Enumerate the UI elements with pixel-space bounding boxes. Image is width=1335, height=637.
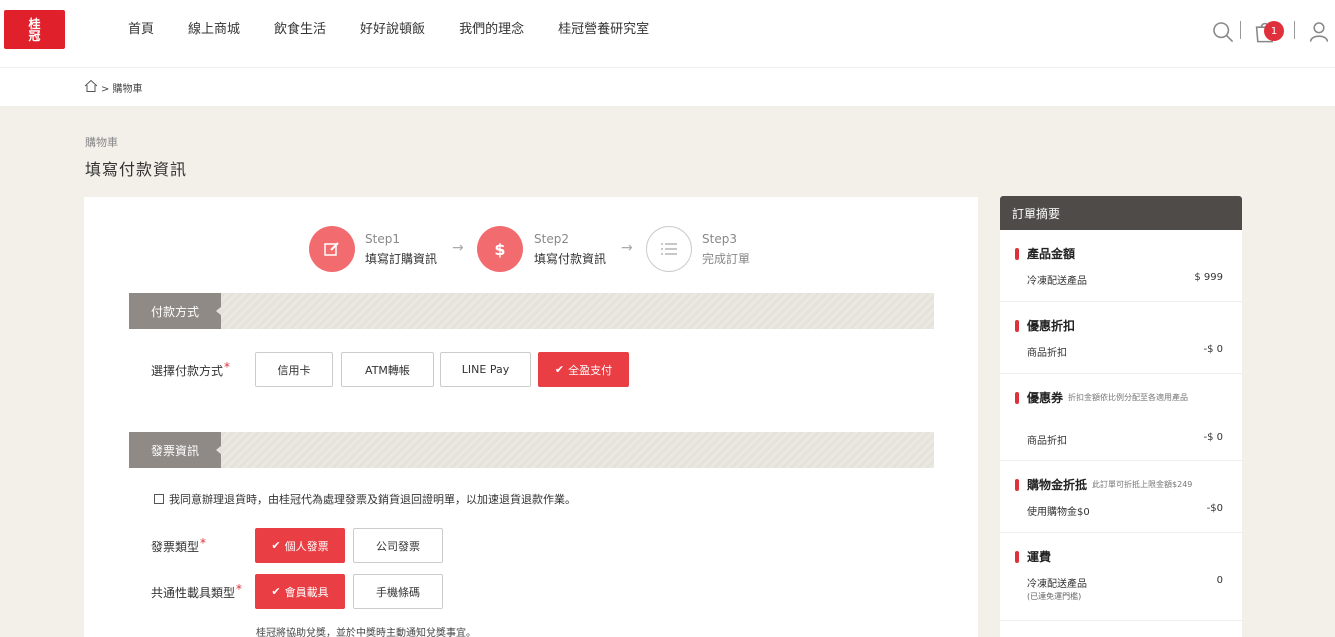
summary-section-title: 優惠折扣 — [1027, 319, 1076, 333]
arrow-right-icon: → — [621, 240, 633, 256]
summary-points: 購物金折抵 此訂單可折抵上限金額$249 使用購物金$0 -$0 — [1000, 461, 1242, 533]
cart-count-badge[interactable]: 1 — [1264, 21, 1284, 41]
carrier-type-label: 共通性載具類型* — [151, 582, 243, 601]
dollar-icon: $ — [477, 226, 523, 272]
invoice-section-title: 發票資訊 — [129, 432, 222, 468]
summary-section-title: 產品金額 — [1027, 247, 1076, 261]
carrier-member-button[interactable]: ✔ 會員載具 — [255, 574, 345, 609]
user-icon[interactable] — [1307, 20, 1331, 44]
invoice-note: 桂冠將協助兌獎，並於中獎時主動通知兌獎事宜。 — [256, 628, 476, 637]
payment-atm-button[interactable]: ATM轉帳 — [341, 352, 434, 387]
header-divider — [1240, 21, 1241, 39]
invoice-type-label-text: 發票類型 — [151, 540, 200, 554]
required-mark: * — [224, 360, 231, 374]
required-mark: * — [236, 582, 243, 596]
nav-nutrition-lab[interactable]: 桂冠營養研究室 — [558, 21, 649, 39]
invoice-section-header: 發票資訊 — [129, 432, 934, 468]
summary-row-label: 商品折扣 — [1027, 436, 1067, 447]
checkmark-icon: ✔ — [554, 363, 565, 376]
accent-bar — [1015, 247, 1019, 260]
carrier-type-label-text: 共通性載具類型 — [151, 586, 236, 600]
brand-logo[interactable]: 桂冠 — [4, 10, 65, 49]
accent-bar — [1015, 319, 1019, 332]
checkmark-icon: ✔ — [271, 585, 281, 598]
summary-row-value: -$ 0 — [1203, 344, 1223, 355]
order-summary-panel: 訂單摘要 產品金額 冷凍配送產品 $ 999 優惠折扣 商品折扣 -$ 0 優惠券折… — [1000, 196, 1242, 637]
summary-section-title: 優惠券 — [1027, 391, 1064, 405]
payment-section-header: 付款方式 — [129, 293, 934, 329]
breadcrumb-text[interactable]: > 購物車 — [101, 80, 143, 95]
payment-line-pay-button[interactable]: LINE Pay — [440, 352, 531, 387]
nav-shop[interactable]: 線上商城 — [188, 21, 240, 39]
nav-food-life[interactable]: 飲食生活 — [274, 21, 326, 39]
arrow-right-icon: → — [452, 240, 464, 256]
summary-row-label: 冷凍配送產品 — [1027, 579, 1087, 590]
nav-philosophy[interactable]: 我們的理念 — [459, 21, 524, 39]
page-title: 填寫付款資訊 — [85, 160, 188, 179]
payment-quanying-button[interactable]: ✔ 全盈支付 — [538, 352, 629, 387]
invoice-company-button[interactable]: 公司發票 — [353, 528, 443, 563]
nav-meal-talk[interactable]: 好好說頓飯 — [360, 21, 425, 39]
home-icon[interactable] — [84, 79, 98, 93]
edit-icon — [309, 226, 355, 272]
breadcrumb: > 購物車 — [0, 68, 1335, 106]
summary-section-title: 購物金折抵 — [1027, 478, 1088, 492]
list-icon — [646, 226, 692, 272]
step-2-label: Step2 — [534, 232, 569, 246]
accent-bar — [1015, 391, 1019, 404]
nav-home[interactable]: 首頁 — [128, 21, 154, 39]
invoice-personal-button[interactable]: ✔ 個人發票 — [255, 528, 345, 563]
logo-char-2: 冠 — [28, 28, 41, 43]
payment-section-title: 付款方式 — [129, 293, 222, 329]
invoice-personal-label: 個人發票 — [284, 539, 329, 553]
payment-quanying-label: 全盈支付 — [568, 363, 613, 377]
carrier-member-label: 會員載具 — [284, 585, 329, 599]
summary-row-label: 使用購物金$0 — [1027, 507, 1090, 518]
step-1-label: Step1 — [365, 232, 400, 246]
summary-row-label: 商品折扣 — [1027, 348, 1067, 359]
agreement-text: 我同意辦理退貨時，由桂冠代為處理發票及銷貨退回證明單，以加速退貨退款作業。 — [169, 493, 576, 506]
summary-row-value: $ 999 — [1194, 272, 1223, 283]
carrier-mobile-barcode-button[interactable]: 手機條碼 — [353, 574, 443, 609]
summary-row-value: -$ 0 — [1203, 432, 1223, 443]
payment-credit-card-button[interactable]: 信用卡 — [255, 352, 333, 387]
order-summary-title: 訂單摘要 — [1000, 196, 1242, 230]
summary-row-value: -$0 — [1206, 503, 1223, 514]
agreement-checkbox[interactable] — [154, 494, 164, 504]
header-divider — [1294, 21, 1295, 39]
checkmark-icon: ✔ — [271, 539, 281, 552]
return-agreement[interactable]: 我同意辦理退貨時，由桂冠代為處理發票及銷貨退回證明單，以加速退貨退款作業。 — [154, 491, 576, 507]
main-nav: 首頁 線上商城 飲食生活 好好說頓飯 我們的理念 桂冠營養研究室 — [128, 21, 683, 39]
step-3-name: 完成訂單 — [702, 252, 751, 266]
payment-method-label-text: 選擇付款方式 — [151, 364, 224, 378]
top-header: 桂冠 首頁 線上商城 飲食生活 好好說頓飯 我們的理念 桂冠營養研究室 — [0, 0, 1335, 68]
accent-bar — [1015, 550, 1019, 563]
summary-coupon: 優惠券 折扣金額依比例分配至各適用產品 商品折扣 -$ 0 — [1000, 374, 1242, 461]
payment-method-label: 選擇付款方式* — [151, 360, 231, 379]
summary-section-title: 運費 — [1027, 550, 1052, 564]
summary-shipping-note: (已達免運門檻) — [1027, 592, 1082, 601]
summary-hint: 折扣金額依比例分配至各適用產品 — [1068, 393, 1189, 402]
step-1-name: 填寫訂購資訊 — [365, 252, 438, 266]
step-2-name: 填寫付款資訊 — [534, 252, 607, 266]
summary-shipping: 運費 冷凍配送產品 0 (已達免運門檻) — [1000, 533, 1242, 621]
invoice-type-label: 發票類型* — [151, 536, 207, 555]
summary-discount: 優惠折扣 商品折扣 -$ 0 — [1000, 302, 1242, 374]
summary-product-amount: 產品金額 冷凍配送產品 $ 999 — [1000, 230, 1242, 302]
summary-row-label: 冷凍配送產品 — [1027, 276, 1087, 287]
summary-hint: 此訂單可折抵上限金額$249 — [1092, 480, 1193, 489]
required-mark: * — [200, 536, 207, 550]
checkout-form-card — [84, 197, 978, 637]
search-icon[interactable] — [1211, 20, 1235, 44]
accent-bar — [1015, 478, 1019, 491]
step-3-label: Step3 — [702, 232, 737, 246]
summary-row-value: 0 — [1216, 575, 1223, 586]
page-subtitle: 購物車 — [85, 136, 118, 149]
